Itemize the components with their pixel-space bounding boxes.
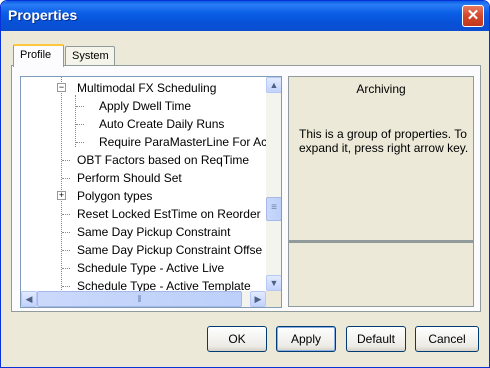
tab-system[interactable]: System <box>65 46 115 66</box>
tree-connector <box>62 214 70 215</box>
default-button[interactable]: Default <box>346 326 406 352</box>
ok-button[interactable]: OK <box>207 326 267 352</box>
apply-button[interactable]: Apply <box>276 326 336 352</box>
expand-icon[interactable]: + <box>57 191 66 200</box>
tree-connector <box>62 160 70 161</box>
tab-system-label: System <box>72 50 109 62</box>
close-button[interactable]: ✕ <box>462 5 484 27</box>
grip-icon: ≡ <box>271 202 277 213</box>
tree-connector <box>62 232 70 233</box>
tree-root-line <box>61 77 62 300</box>
chevron-up-icon: ▲ <box>269 80 279 90</box>
scroll-right-button[interactable]: ▶ <box>250 291 266 307</box>
tab-profile-label: Profile <box>20 49 52 61</box>
collapse-icon[interactable]: − <box>57 83 66 92</box>
description-title: Archiving <box>356 82 406 96</box>
tree-connector <box>76 106 84 107</box>
tree-item-label: Reset Locked EstTime on Reorder <box>77 207 261 221</box>
tree-item-label: Polygon types <box>77 189 153 203</box>
tree-connector <box>76 142 84 143</box>
tree-item-label: OBT Factors based on ReqTime <box>77 153 250 167</box>
profile-panel: − Multimodal FX Scheduling Apply Dwell T… <box>11 65 481 312</box>
tree-connector <box>62 250 70 251</box>
chevron-down-icon: ▼ <box>269 278 279 288</box>
tree-connector <box>62 286 70 287</box>
tree-item-label: Require ParaMasterLine For Ac <box>99 135 268 149</box>
description-detail-panel <box>288 241 474 307</box>
scroll-down-button[interactable]: ▼ <box>266 275 281 291</box>
tree-item-label: Apply Dwell Time <box>99 99 192 113</box>
properties-dialog: Properties ✕ Profile System − Multimodal… <box>0 0 490 368</box>
window-title: Properties <box>8 7 78 23</box>
tree-child-line <box>75 95 76 147</box>
tree-item-label: Schedule Type - Active Live <box>77 261 225 275</box>
cancel-button[interactable]: Cancel <box>415 326 479 352</box>
close-icon: ✕ <box>466 7 480 24</box>
horizontal-scroll-thumb[interactable]: ⦀ <box>37 291 242 307</box>
tree-item-label: Perform Should Set <box>77 171 182 185</box>
tree-connector <box>76 124 84 125</box>
tree-connector <box>62 268 70 269</box>
scrollbar-corner <box>266 291 281 307</box>
tree-item-label: Same Day Pickup Constraint <box>77 225 231 239</box>
tree-item-label: Auto Create Daily Runs <box>99 117 225 131</box>
tree-connector <box>62 178 70 179</box>
scroll-left-button[interactable]: ◀ <box>21 291 37 307</box>
description-panel: Archiving This is a group of properties.… <box>288 76 474 241</box>
tab-profile[interactable]: Profile <box>13 44 64 67</box>
title-bar[interactable]: Properties ✕ <box>1 1 489 31</box>
property-tree[interactable]: − Multimodal FX Scheduling Apply Dwell T… <box>20 76 282 308</box>
scroll-up-button[interactable]: ▲ <box>266 77 281 93</box>
tree-item-label: Same Day Pickup Constraint Offse <box>77 243 263 257</box>
vertical-scroll-thumb[interactable]: ≡ <box>266 197 281 221</box>
description-text: This is a group of properties. To expand… <box>299 127 469 155</box>
chevron-right-icon: ▶ <box>254 294 262 304</box>
horizontal-scrollbar[interactable]: ◀ ⦀ ▶ <box>21 291 266 307</box>
tree-item-label: Multimodal FX Scheduling <box>77 81 217 95</box>
chevron-left-icon: ◀ <box>25 294 33 304</box>
grip-icon: ⦀ <box>137 294 142 304</box>
vertical-scrollbar[interactable]: ▲ ≡ ▼ <box>266 77 281 291</box>
